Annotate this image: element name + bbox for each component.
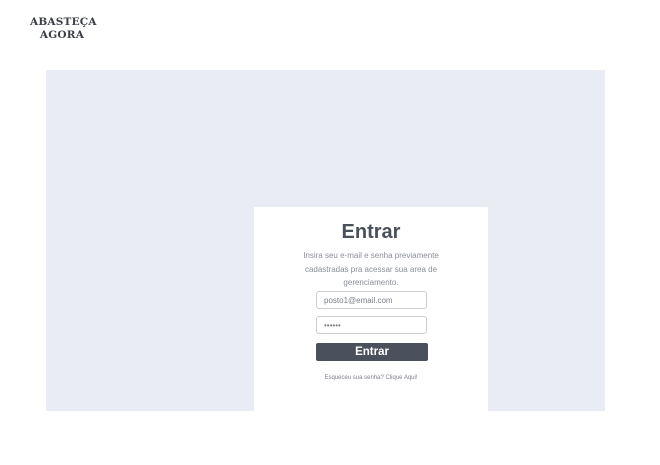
- forgot-password-link[interactable]: Esqueceu sua senha? Clique Aqui!: [254, 375, 488, 381]
- brand-logo-line-2: AGORA: [39, 29, 85, 41]
- email-field[interactable]: [316, 291, 427, 309]
- brand-logo: ABASTEÇA AGORA: [30, 16, 97, 42]
- login-description: Insira seu e-mail e senha previamente ca…: [303, 251, 439, 287]
- brand-logo-line-1: ABASTEÇA: [30, 16, 97, 28]
- login-button[interactable]: Entrar: [316, 343, 428, 361]
- login-title: Entrar: [341, 221, 401, 243]
- login-card: Entrar Insira seu e-mail e senha previam…: [254, 207, 488, 412]
- password-field[interactable]: [316, 316, 427, 334]
- login-backdrop: Entrar Insira seu e-mail e senha previam…: [46, 70, 605, 412]
